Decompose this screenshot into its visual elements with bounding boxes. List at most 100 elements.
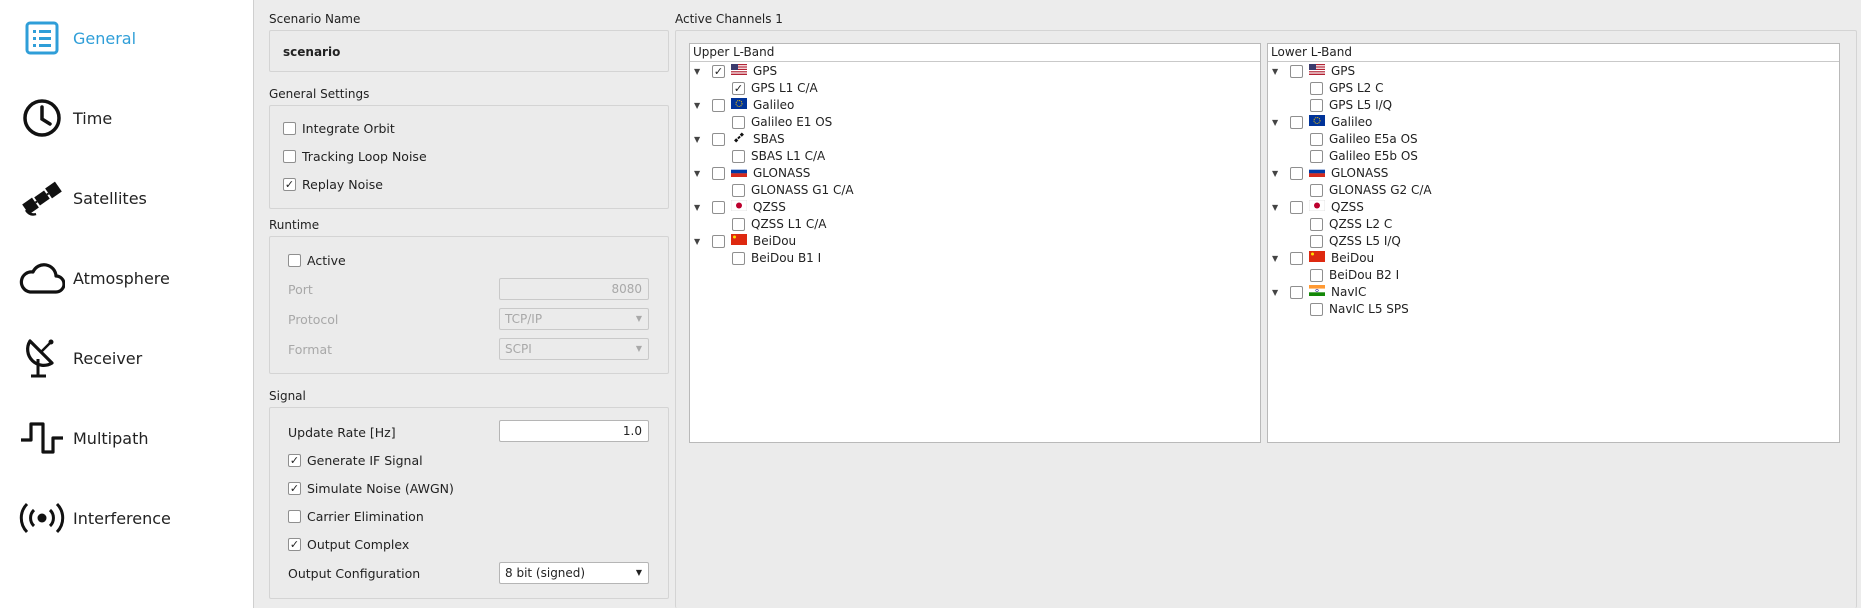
tree-signal[interactable]: QZSS L5 I/Q	[1310, 233, 1401, 249]
checkbox-box[interactable]: ✓	[712, 64, 725, 78]
simulate-noise-checkbox[interactable]: ✓ Simulate Noise (AWGN)	[288, 481, 454, 496]
checkbox-box[interactable]	[1290, 251, 1303, 265]
checkbox-box[interactable]	[732, 115, 745, 129]
chevron-down-icon[interactable]: ▼	[694, 101, 704, 110]
replay-noise-checkbox[interactable]: ✓ Replay Noise	[283, 177, 383, 192]
checkbox-box[interactable]	[712, 98, 725, 112]
tree-signal[interactable]: GPS L2 C	[1310, 80, 1383, 96]
chevron-down-icon[interactable]: ▼	[694, 169, 704, 178]
checkbox-label: Output Complex	[307, 537, 410, 552]
port-input[interactable]: 8080	[499, 278, 649, 300]
update-rate-input[interactable]: 1.0	[499, 420, 649, 442]
checkbox-box[interactable]	[712, 200, 725, 214]
tree-signal-label: QZSS L2 C	[1329, 217, 1393, 231]
tree-signal-label: GLONASS G1 C/A	[751, 183, 854, 197]
generate-if-checkbox[interactable]: ✓ Generate IF Signal	[288, 453, 423, 468]
chevron-down-icon[interactable]: ▼	[694, 203, 704, 212]
checkbox-box[interactable]	[732, 183, 745, 197]
tree-signal[interactable]: GPS L5 I/Q	[1310, 97, 1392, 113]
tree-group-glonass[interactable]: ▼ GLONASS	[1272, 165, 1388, 181]
tree-signal[interactable]: BeiDou B2 I	[1310, 267, 1399, 283]
checkbox-box[interactable]: ✓	[283, 178, 296, 191]
checkbox-box[interactable]	[1290, 166, 1303, 180]
checkbox-box[interactable]	[712, 132, 725, 146]
output-complex-checkbox[interactable]: ✓ Output Complex	[288, 537, 409, 552]
checkbox-box[interactable]	[1310, 234, 1323, 248]
checkbox-box[interactable]: ✓	[288, 454, 301, 467]
checkbox-box[interactable]	[1310, 98, 1323, 112]
chevron-down-icon[interactable]: ▼	[1272, 169, 1282, 178]
checkbox-box[interactable]	[712, 234, 725, 248]
tree-signal[interactable]: Galileo E5a OS	[1310, 131, 1418, 147]
carrier-elimination-checkbox[interactable]: Carrier Elimination	[288, 509, 424, 524]
tree-signal[interactable]: Galileo E1 OS	[732, 114, 832, 130]
tree-group-sbas[interactable]: ▼ SBAS	[694, 131, 785, 147]
checkbox-box[interactable]	[1290, 200, 1303, 214]
output-config-select[interactable]: 8 bit (signed) ▼	[499, 562, 649, 584]
chevron-down-icon[interactable]: ▼	[1272, 118, 1282, 127]
checkbox-box[interactable]	[1310, 149, 1323, 163]
chevron-down-icon[interactable]: ▼	[1272, 254, 1282, 263]
checkbox-box[interactable]	[1290, 64, 1303, 78]
checkbox-box[interactable]: ✓	[288, 482, 301, 495]
tree-signal[interactable]: SBAS L1 C/A	[732, 148, 825, 164]
checkbox-box[interactable]	[1310, 217, 1323, 231]
tracking-loop-noise-checkbox[interactable]: Tracking Loop Noise	[283, 149, 427, 164]
checkbox-box[interactable]	[732, 251, 745, 265]
checkbox-box[interactable]	[283, 122, 296, 135]
tree-signal-label: SBAS L1 C/A	[751, 149, 826, 163]
checkbox-box[interactable]	[1310, 183, 1323, 197]
format-select[interactable]: SCPI ▼	[499, 338, 649, 360]
checkbox-box[interactable]	[1310, 268, 1323, 282]
tree-signal[interactable]: Galileo E5b OS	[1310, 148, 1418, 164]
active-checkbox[interactable]: Active	[288, 253, 346, 268]
tree-group-beidou[interactable]: ▼ BeiDou	[1272, 250, 1374, 266]
tree-signal[interactable]: NavIC L5 SPS	[1310, 301, 1409, 317]
checkbox-box[interactable]	[288, 254, 301, 267]
checkbox-box[interactable]	[732, 217, 745, 231]
sidebar-item-interference[interactable]: Interference	[0, 488, 254, 548]
sidebar-item-atmosphere[interactable]: Atmosphere	[0, 248, 254, 308]
chevron-down-icon[interactable]: ▼	[694, 67, 704, 76]
checkbox-box[interactable]: ✓	[732, 81, 745, 95]
chevron-down-icon[interactable]: ▼	[1272, 203, 1282, 212]
sidebar-item-receiver[interactable]: Receiver	[0, 328, 254, 388]
checkbox-box[interactable]	[288, 510, 301, 523]
checkbox-box[interactable]	[283, 150, 296, 163]
tree-signal[interactable]: GLONASS G1 C/A	[732, 182, 854, 198]
scenario-name-value[interactable]: scenario	[283, 45, 340, 59]
tree-group-galileo[interactable]: ▼ Galileo	[1272, 114, 1372, 130]
sidebar-item-general[interactable]: General	[0, 8, 254, 68]
checkbox-box[interactable]	[1310, 132, 1323, 146]
tree-signal[interactable]: BeiDou B1 I	[732, 250, 821, 266]
chevron-down-icon[interactable]: ▼	[1272, 67, 1282, 76]
tree-signal[interactable]: QZSS L2 C	[1310, 216, 1392, 232]
checkbox-box[interactable]	[712, 166, 725, 180]
protocol-select[interactable]: TCP/IP ▼	[499, 308, 649, 330]
tree-group-qzss[interactable]: ▼ QZSS	[694, 199, 786, 215]
checkbox-box[interactable]	[732, 149, 745, 163]
chevron-down-icon[interactable]: ▼	[694, 135, 704, 144]
tree-group-gps[interactable]: ▼ ✓ GPS	[694, 63, 777, 79]
tree-group-qzss[interactable]: ▼ QZSS	[1272, 199, 1364, 215]
checkbox-box[interactable]: ✓	[288, 538, 301, 551]
tree-signal[interactable]: ✓ GPS L1 C/A	[732, 80, 818, 96]
tree-group-navic[interactable]: ▼ NavIC	[1272, 284, 1366, 300]
output-config-label: Output Configuration	[288, 566, 421, 581]
checkbox-box[interactable]	[1310, 81, 1323, 95]
tree-group-gps[interactable]: ▼ GPS	[1272, 63, 1355, 79]
integrate-orbit-checkbox[interactable]: Integrate Orbit	[283, 121, 395, 136]
sidebar-item-time[interactable]: Time	[0, 88, 254, 148]
checkbox-box[interactable]	[1290, 285, 1303, 299]
chevron-down-icon[interactable]: ▼	[694, 237, 704, 246]
tree-signal[interactable]: QZSS L1 C/A	[732, 216, 826, 232]
sidebar-item-multipath[interactable]: Multipath	[0, 408, 254, 468]
checkbox-box[interactable]	[1290, 115, 1303, 129]
tree-group-beidou[interactable]: ▼ BeiDou	[694, 233, 796, 249]
checkbox-box[interactable]	[1310, 302, 1323, 316]
tree-group-glonass[interactable]: ▼ GLONASS	[694, 165, 810, 181]
tree-signal[interactable]: GLONASS G2 C/A	[1310, 182, 1432, 198]
chevron-down-icon[interactable]: ▼	[1272, 288, 1282, 297]
sidebar-item-satellites[interactable]: Satellites	[0, 168, 254, 228]
tree-group-galileo[interactable]: ▼ Galileo	[694, 97, 794, 113]
